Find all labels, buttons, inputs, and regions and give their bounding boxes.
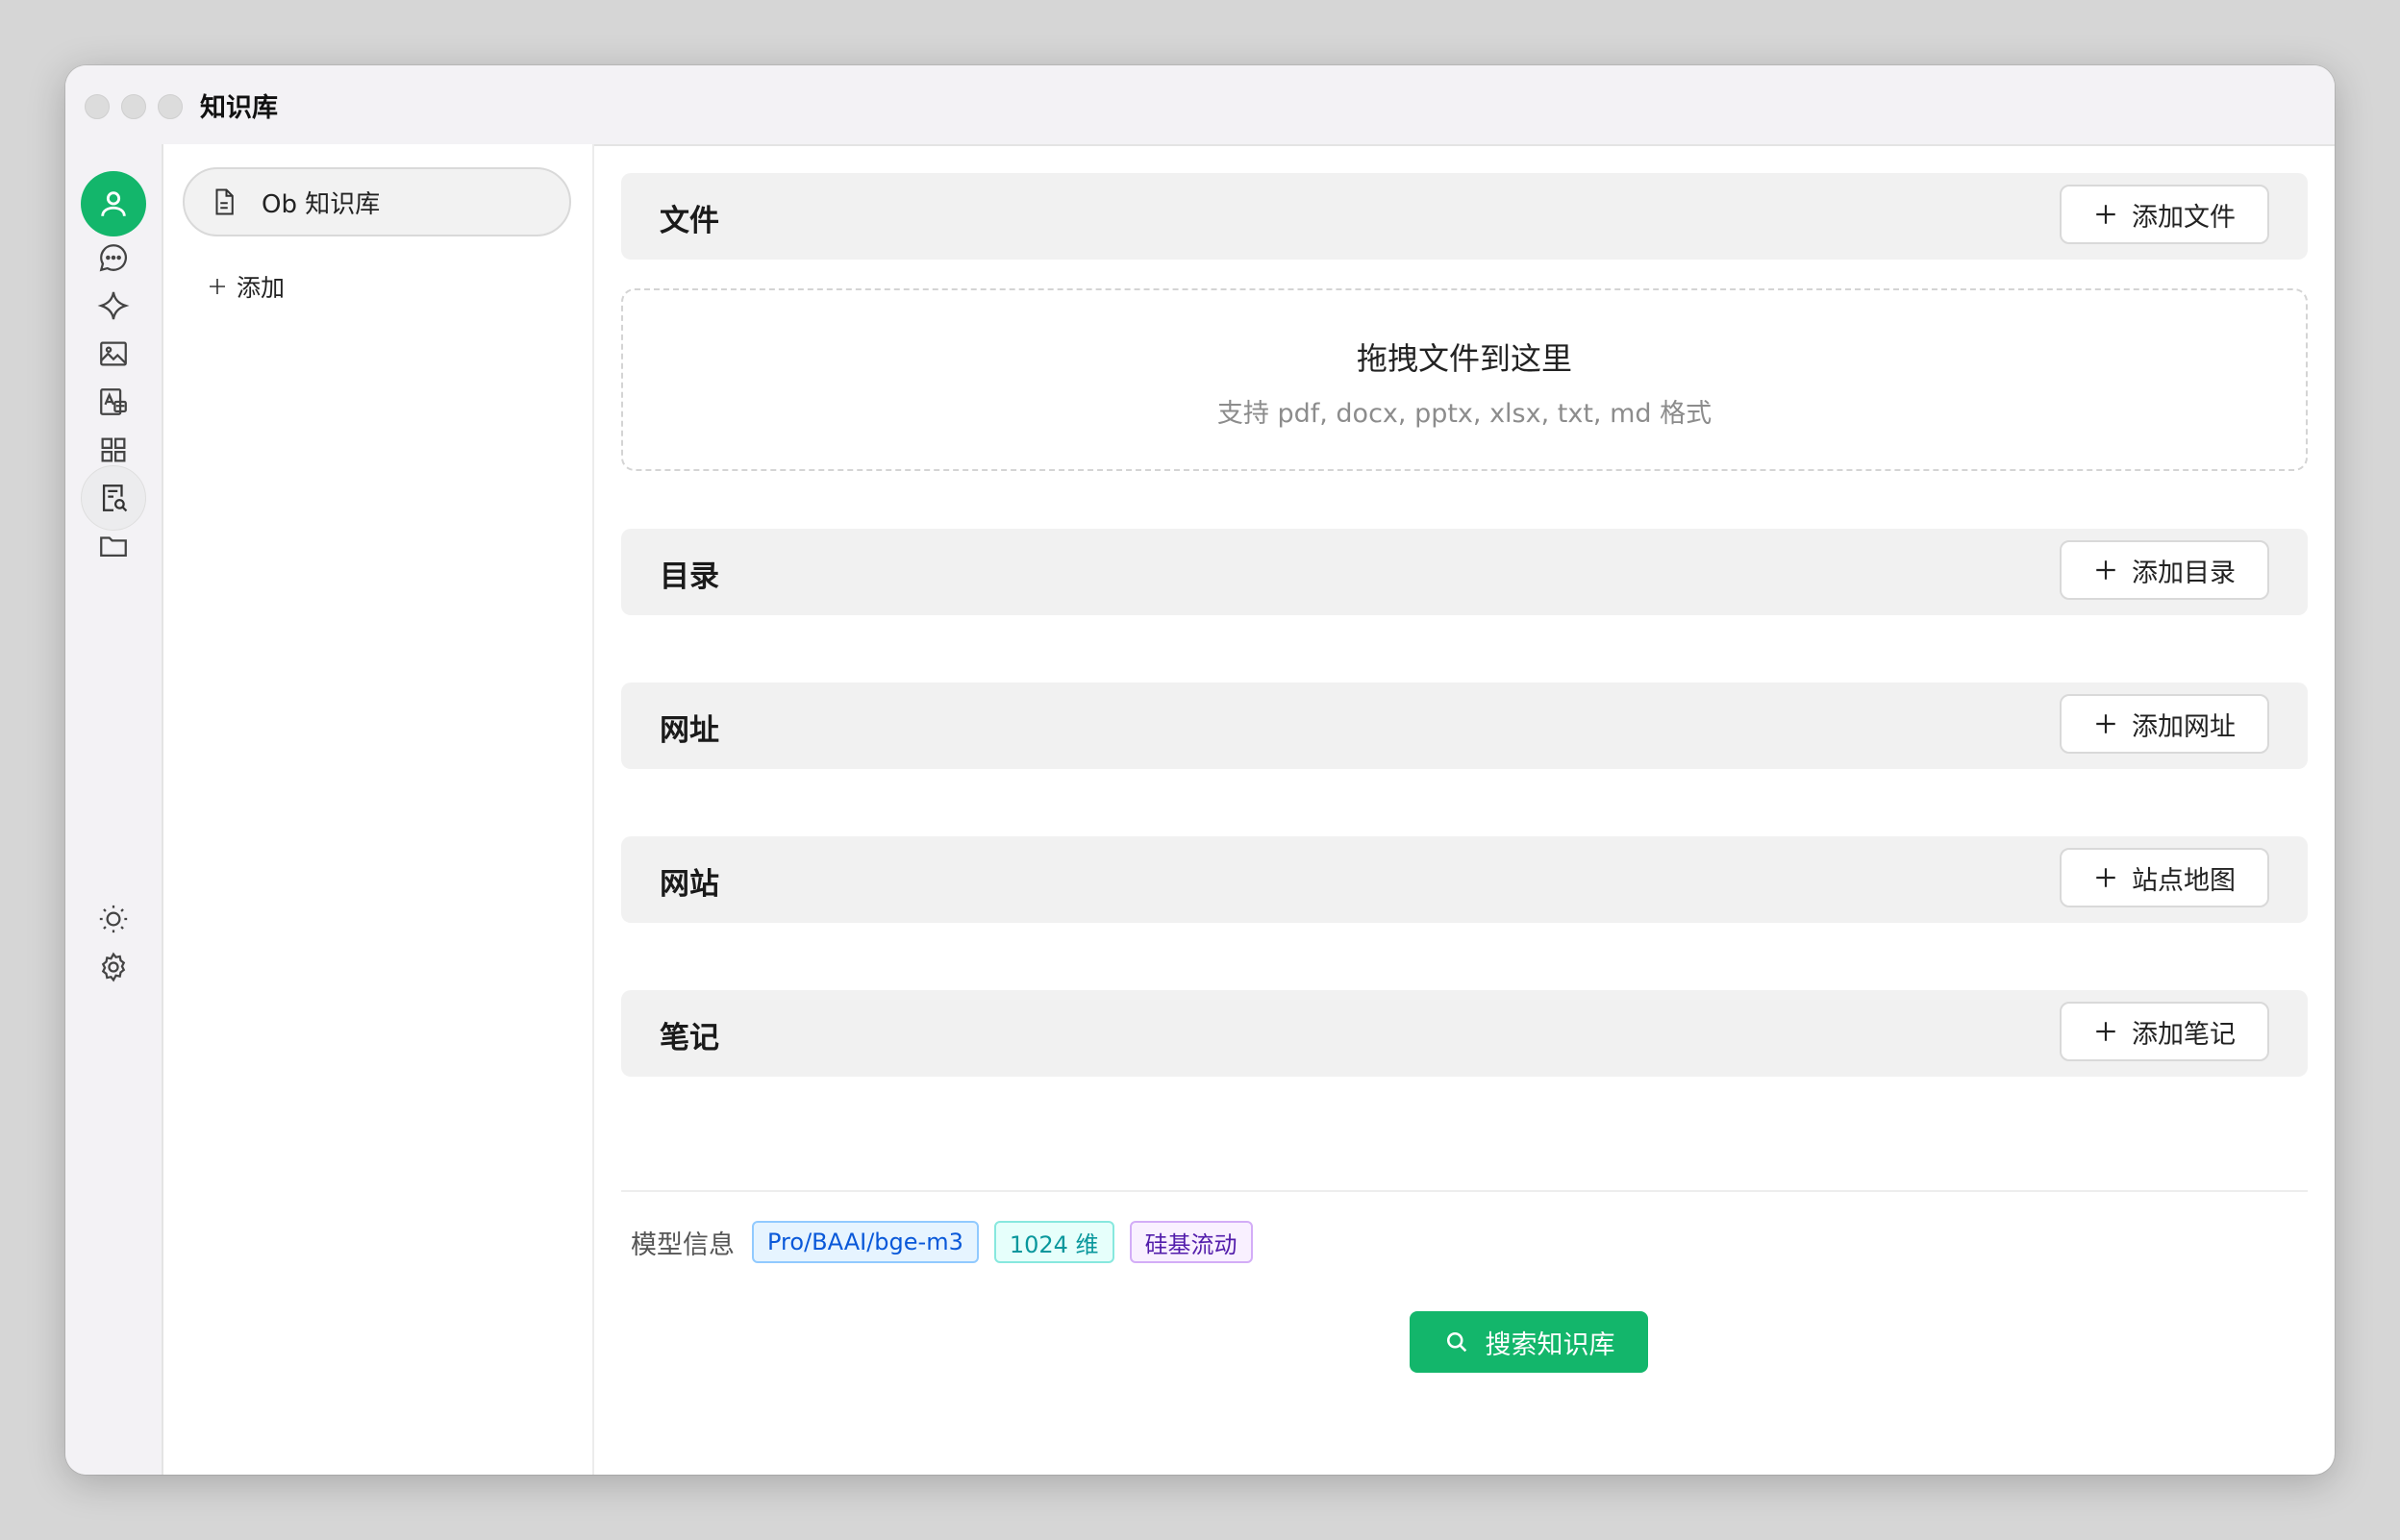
apps-grid-icon <box>101 437 126 462</box>
close-window-button[interactable] <box>85 94 110 119</box>
dimension-tag: 1024 维 <box>993 1221 1114 1263</box>
minimize-window-button[interactable] <box>121 94 146 119</box>
add-kb-label: 添加 <box>237 274 286 302</box>
model-info-label: 模型信息 <box>631 1230 735 1260</box>
directories-section: 目录 添加目录 <box>621 529 2308 615</box>
add-kb-button[interactable]: 添加 <box>206 269 285 304</box>
divider <box>621 1190 2308 1192</box>
kb-item-label: Ob 知识库 <box>262 189 381 219</box>
title-bar: 知识库 <box>65 65 2335 146</box>
kb-item-ob[interactable]: Ob 知识库 <box>183 167 571 236</box>
add-directory-button[interactable]: 添加目录 <box>2060 540 2269 600</box>
section-title: 目录 <box>660 559 719 594</box>
section-title: 网址 <box>660 713 719 748</box>
folder-icon <box>100 536 127 558</box>
section-title: 文件 <box>660 204 719 238</box>
add-file-button[interactable]: 添加文件 <box>2060 185 2269 244</box>
button-label: 添加目录 <box>2132 558 2236 588</box>
button-label: 添加笔记 <box>2132 1019 2236 1050</box>
notes-section: 笔记 添加笔记 <box>621 990 2308 1077</box>
section-title: 网站 <box>660 867 719 902</box>
dropzone-subtitle: 支持 pdf, docx, pptx, xlsx, txt, md 格式 <box>1216 399 1712 429</box>
plus-icon <box>210 279 225 294</box>
plus-icon <box>2096 868 2115 887</box>
sun-icon <box>99 905 128 933</box>
nav-files[interactable] <box>81 513 146 579</box>
chat-icon <box>99 244 128 272</box>
document-icon <box>215 188 234 215</box>
add-sitemap-button[interactable]: 站点地图 <box>2060 848 2269 907</box>
plus-icon <box>2096 560 2115 580</box>
image-icon <box>100 341 127 366</box>
gear-icon <box>101 952 126 982</box>
knowledge-base-list: Ob 知识库 添加 <box>163 144 594 1475</box>
file-dropzone[interactable]: 拖拽文件到这里 支持 pdf, docx, pptx, xlsx, txt, m… <box>621 288 2308 471</box>
knowledge-search-icon <box>102 484 128 512</box>
translate-icon <box>100 388 127 415</box>
button-label: 站点地图 <box>2132 865 2236 896</box>
plus-icon <box>2096 1022 2115 1041</box>
sparkle-icon <box>97 291 130 320</box>
model-name-tag: Pro/BAAI/bge-m3 <box>752 1221 979 1263</box>
section-title: 笔记 <box>660 1021 719 1056</box>
model-info: 模型信息 Pro/BAAI/bge-m3 1024 维 硅基流动 <box>631 1221 1268 1263</box>
plus-icon <box>2096 714 2115 733</box>
search-button-label: 搜索知识库 <box>1485 1329 1615 1360</box>
plus-icon <box>2096 205 2115 224</box>
user-icon <box>101 191 126 216</box>
button-label: 添加网址 <box>2132 711 2236 742</box>
nav-rail <box>65 144 163 1475</box>
provider-tag: 硅基流动 <box>1129 1221 1253 1263</box>
files-section: 文件 添加文件 <box>621 173 2308 260</box>
settings-button[interactable] <box>81 934 146 1000</box>
dropzone-title: 拖拽文件到这里 <box>1356 340 1572 377</box>
button-label: 添加文件 <box>2132 202 2236 233</box>
urls-section: 网址 添加网址 <box>621 683 2308 769</box>
search-icon <box>1446 1331 1466 1353</box>
app-window: 知识库 Ob 知识库 添加 文件 添加文件 拖拽文件到这里 支持 pdf, do… <box>65 65 2335 1475</box>
add-url-button[interactable]: 添加网址 <box>2060 694 2269 754</box>
websites-section: 网站 站点地图 <box>621 836 2308 923</box>
add-note-button[interactable]: 添加笔记 <box>2060 1002 2269 1061</box>
window-title: 知识库 <box>200 93 278 123</box>
search-knowledge-button[interactable]: 搜索知识库 <box>1410 1311 1648 1373</box>
zoom-window-button[interactable] <box>158 94 183 119</box>
main-content: 文件 添加文件 拖拽文件到这里 支持 pdf, docx, pptx, xlsx… <box>594 144 2335 1475</box>
